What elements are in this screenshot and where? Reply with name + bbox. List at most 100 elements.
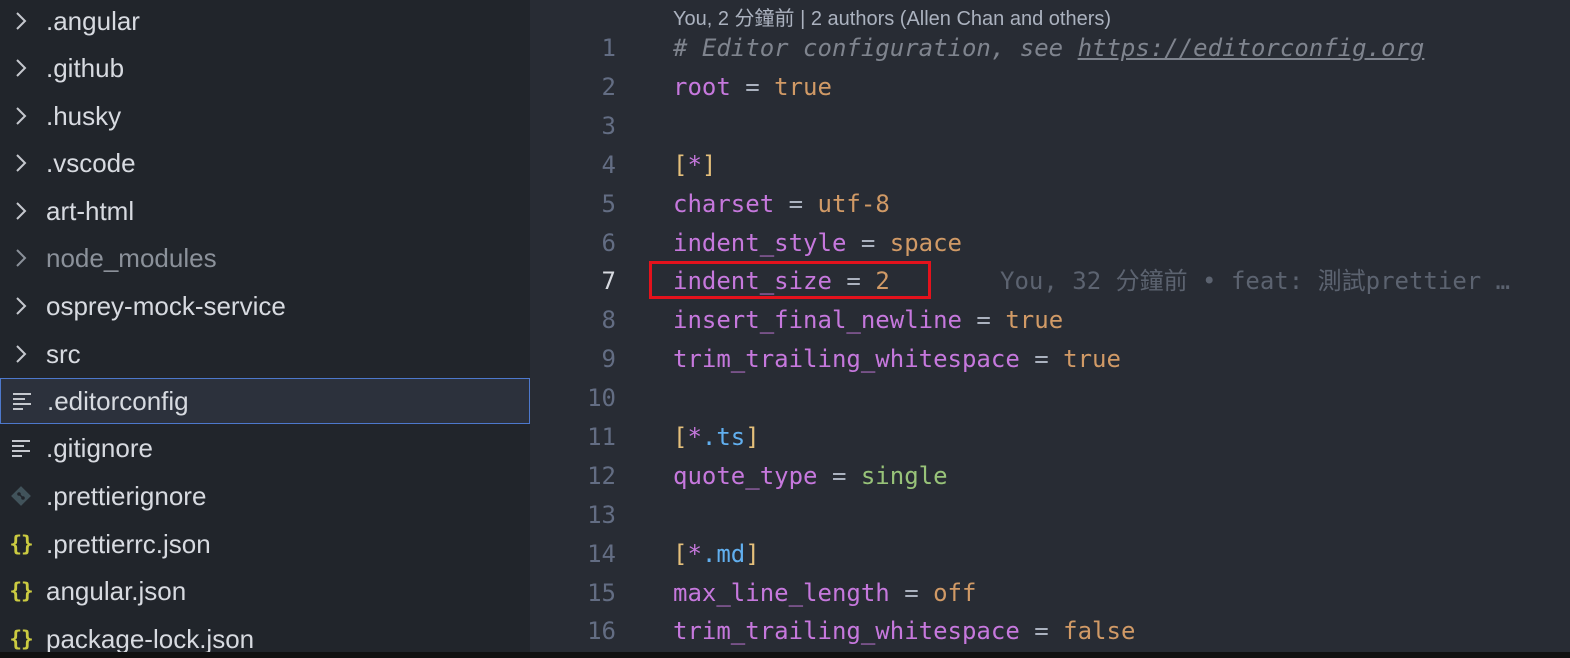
value-token: utf-8 bbox=[817, 190, 890, 218]
tree-item-vscode[interactable]: .vscode bbox=[0, 140, 530, 186]
tree-item-gitignore[interactable]: .gitignore bbox=[0, 425, 530, 471]
tree-item-label: src bbox=[46, 338, 81, 369]
bracket-token: [ bbox=[673, 151, 688, 179]
tree-item-osprey-mock-service[interactable]: osprey-mock-service bbox=[0, 283, 530, 329]
value-token: off bbox=[933, 579, 977, 607]
json-icon: {} bbox=[9, 532, 33, 556]
code-line-12[interactable]: 12 quote_type = single bbox=[530, 457, 1570, 496]
code-line-5[interactable]: 5 charset = utf-8 bbox=[530, 185, 1570, 224]
tree-item-label: .prettierrc.json bbox=[46, 528, 211, 559]
code-line-9[interactable]: 9 trim_trailing_whitespace = true bbox=[530, 340, 1570, 379]
tree-item-angular-json[interactable]: {} angular.json bbox=[0, 568, 530, 614]
tree-item-label: osprey-mock-service bbox=[46, 290, 286, 321]
line-number: 1 bbox=[601, 34, 616, 62]
bracket-token: [ bbox=[673, 540, 688, 568]
code-line-14[interactable]: 14 [*.md] bbox=[530, 535, 1570, 574]
tree-item-label: .vscode bbox=[46, 147, 136, 178]
key-token: quote_type bbox=[673, 462, 818, 490]
url-link[interactable]: https://editorconfig.org bbox=[1078, 34, 1425, 62]
tree-item-label: .github bbox=[46, 52, 125, 83]
operator-token: = bbox=[817, 462, 861, 490]
code-line-3[interactable]: 3 bbox=[530, 107, 1570, 146]
text-file-icon bbox=[7, 378, 37, 424]
git-blame-header[interactable]: You, 2 分鐘前 | 2 authors (Allen Chan and o… bbox=[673, 2, 1111, 30]
json-icon: {} bbox=[9, 579, 33, 603]
tree-item-label: .angular bbox=[46, 5, 140, 36]
chevron-right-icon bbox=[6, 0, 36, 44]
tree-item-label: .gitignore bbox=[46, 432, 153, 463]
highlight-box bbox=[649, 261, 931, 299]
glob-token: * bbox=[687, 151, 702, 179]
tree-item-label: art-html bbox=[46, 195, 135, 226]
key-token: trim_trailing_whitespace bbox=[673, 345, 1020, 373]
operator-token: = bbox=[846, 229, 890, 257]
bracket-token: [ bbox=[673, 423, 688, 451]
line-number: 12 bbox=[587, 462, 616, 490]
chevron-right-icon bbox=[6, 235, 36, 281]
key-token: max_line_length bbox=[673, 579, 890, 607]
bracket-token: ] bbox=[745, 423, 760, 451]
tree-item-art-html[interactable]: art-html bbox=[0, 188, 530, 234]
tree-item-husky[interactable]: .husky bbox=[0, 93, 530, 139]
tree-item-prettierrc-json[interactable]: {} .prettierrc.json bbox=[0, 521, 530, 567]
tree-item-label: angular.json bbox=[46, 575, 187, 606]
line-number: 8 bbox=[601, 306, 616, 334]
string-token: single bbox=[860, 462, 948, 490]
tree-item-label: .editorconfig bbox=[47, 385, 189, 416]
code-line-4[interactable]: 4 [*] bbox=[530, 146, 1570, 185]
inline-git-blame[interactable]: You, 32 分鐘前 • feat: 測試prettier … bbox=[1000, 262, 1510, 301]
key-token: root bbox=[673, 73, 731, 101]
value-token: space bbox=[889, 229, 962, 257]
line-number: 4 bbox=[601, 151, 616, 179]
operator-token: = bbox=[961, 306, 1006, 334]
line-number: 10 bbox=[587, 384, 616, 412]
code-line-13[interactable]: 13 bbox=[530, 496, 1570, 535]
line-number: 11 bbox=[587, 423, 616, 451]
key-token: indent_style bbox=[673, 229, 847, 257]
value-token: true bbox=[1063, 345, 1121, 373]
line-number: 13 bbox=[587, 501, 616, 529]
line-number: 16 bbox=[587, 617, 616, 645]
tree-item-editorconfig[interactable]: .editorconfig bbox=[0, 378, 530, 424]
tree-item-prettierignore[interactable]: .prettierignore bbox=[0, 473, 530, 519]
code-line-16[interactable]: 16 trim_trailing_whitespace = false bbox=[530, 612, 1570, 651]
code-line-10[interactable]: 10 bbox=[530, 379, 1570, 418]
tree-item-src[interactable]: src bbox=[0, 331, 530, 377]
tree-item-angular[interactable]: .angular bbox=[0, 0, 530, 44]
line-number: 15 bbox=[587, 579, 616, 607]
chevron-right-icon bbox=[6, 45, 36, 91]
line-number: 3 bbox=[601, 112, 616, 140]
git-icon bbox=[6, 473, 36, 519]
bottom-edge bbox=[0, 652, 1570, 658]
code-line-6[interactable]: 6 indent_style = space bbox=[530, 224, 1570, 263]
key-token: insert_final_newline bbox=[673, 306, 962, 334]
value-token: true bbox=[1005, 306, 1064, 334]
code-line-8[interactable]: 8 insert_final_newline = true bbox=[530, 301, 1570, 340]
key-token: charset bbox=[673, 190, 775, 218]
extension-token: .md bbox=[701, 540, 746, 568]
line-number: 9 bbox=[601, 345, 616, 373]
chevron-right-icon bbox=[6, 140, 36, 186]
value-token: false bbox=[1063, 617, 1136, 645]
chevron-right-icon bbox=[6, 93, 36, 139]
code-line-15[interactable]: 15 max_line_length = off bbox=[530, 574, 1570, 613]
tree-item-node-modules[interactable]: node_modules bbox=[0, 235, 530, 281]
code-editor[interactable]: You, 2 分鐘前 | 2 authors (Allen Chan and o… bbox=[530, 0, 1570, 658]
line-number: 6 bbox=[601, 229, 616, 257]
glob-token: * bbox=[687, 540, 702, 568]
line-number: 14 bbox=[587, 540, 616, 568]
tree-item-label: .husky bbox=[46, 100, 122, 131]
text-file-icon bbox=[6, 425, 36, 471]
code-line-1[interactable]: 1 # Editor configuration, see https://ed… bbox=[530, 29, 1570, 68]
code-line-11[interactable]: 11 [*.ts] bbox=[530, 418, 1570, 457]
bracket-token: ] bbox=[701, 151, 717, 179]
operator-token: = bbox=[1019, 345, 1064, 373]
tree-item-label: package-lock.json bbox=[46, 623, 255, 654]
tree-item-github[interactable]: .github bbox=[0, 45, 530, 91]
line-number: 5 bbox=[601, 190, 616, 218]
extension-token: .ts bbox=[701, 423, 746, 451]
code-line-2[interactable]: 2 root = true bbox=[530, 68, 1570, 107]
chevron-right-icon bbox=[6, 331, 36, 377]
chevron-right-icon bbox=[6, 188, 36, 234]
line-number: 2 bbox=[601, 73, 616, 101]
